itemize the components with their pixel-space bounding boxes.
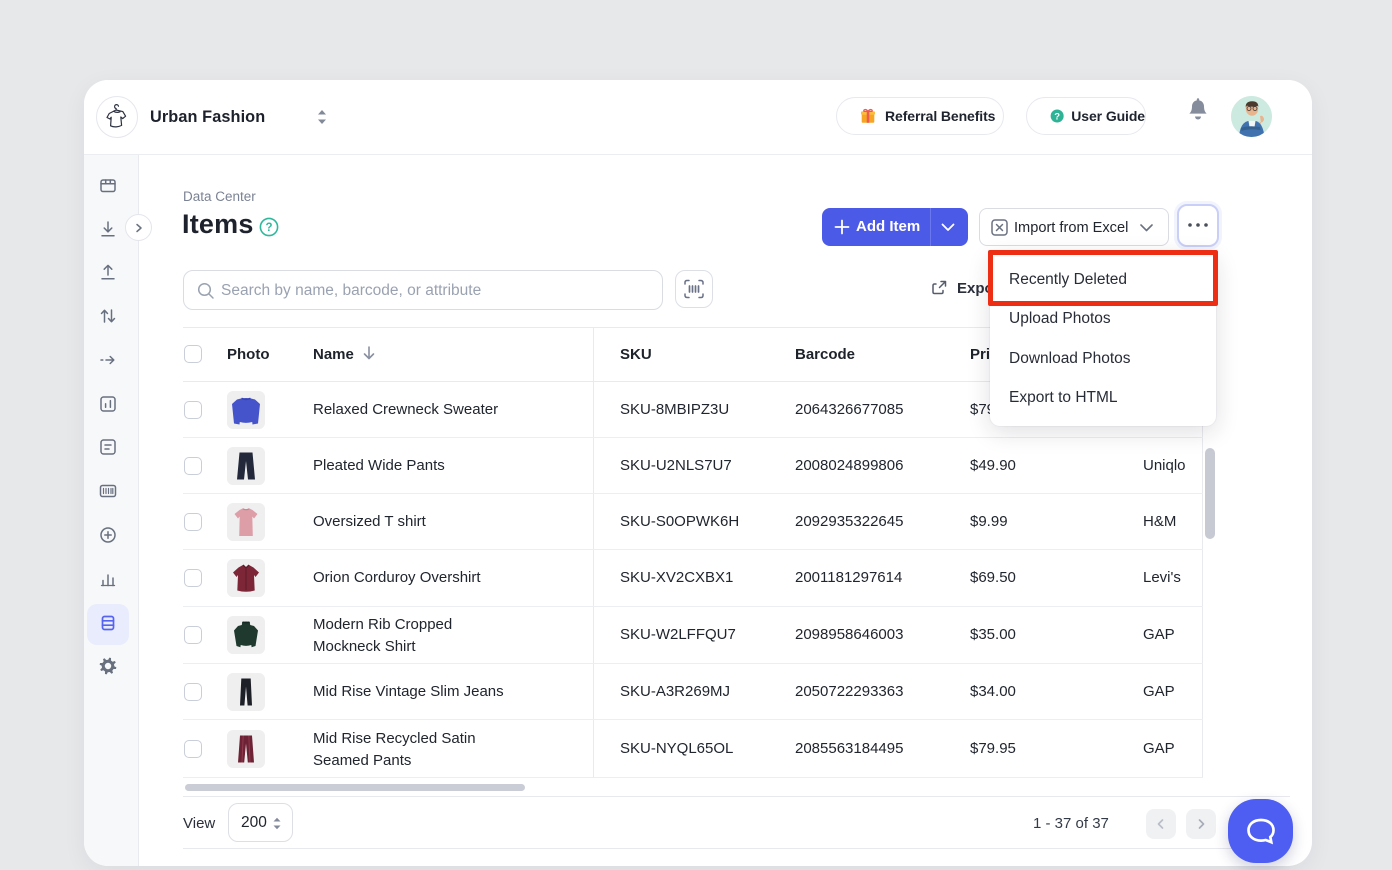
- svg-text:?: ?: [1054, 111, 1060, 122]
- svg-text:?: ?: [265, 222, 272, 234]
